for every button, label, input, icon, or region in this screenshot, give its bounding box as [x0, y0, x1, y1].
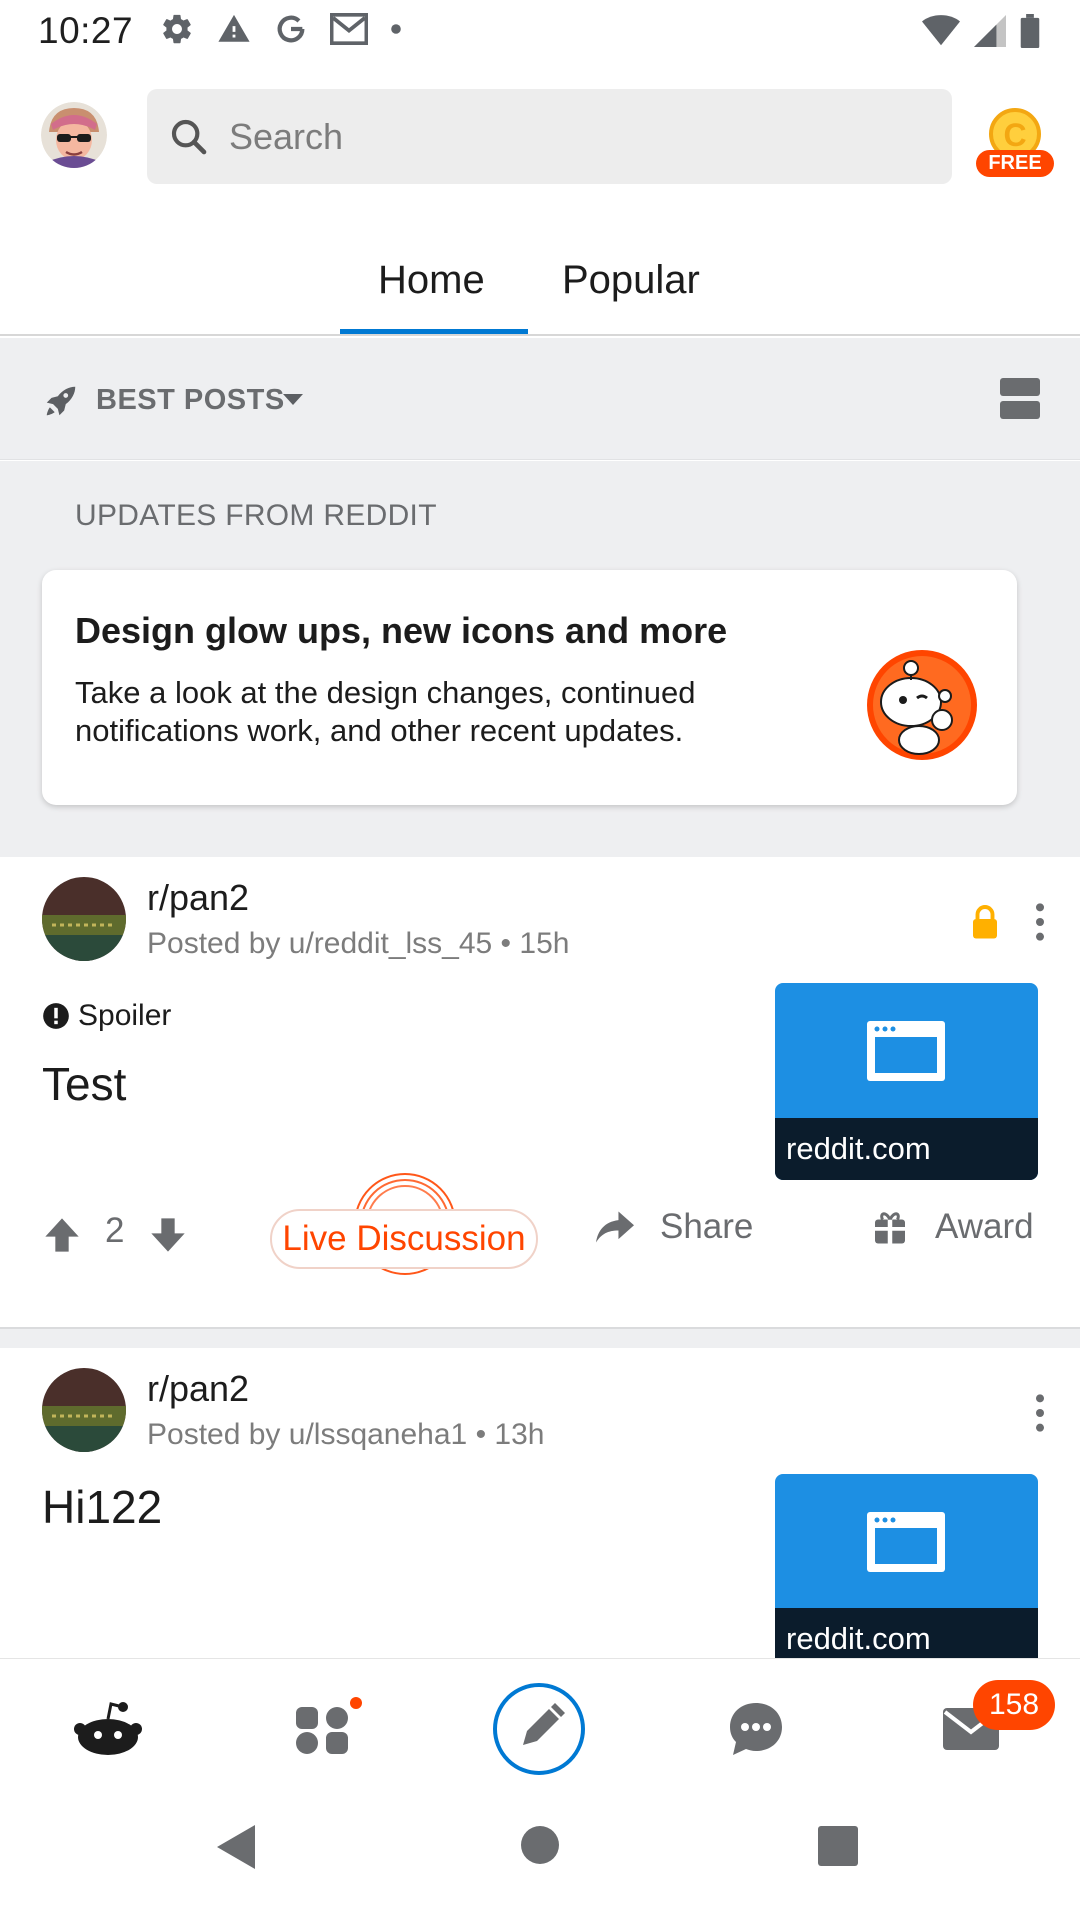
live-discussion-button[interactable]: Live Discussion — [270, 1209, 538, 1269]
vote-count: 2 — [105, 1211, 125, 1250]
battery-icon — [1020, 14, 1040, 48]
award-label: Award — [935, 1207, 1034, 1246]
google-icon — [277, 15, 305, 43]
status-bar: 10:27 — [0, 0, 1080, 63]
thumbnail-domain: reddit.com — [775, 1118, 1038, 1180]
free-badge: FREE — [976, 150, 1054, 177]
post-card[interactable]: r/pan2 Posted by u/lssqaneha1 • 13h Hi12… — [0, 1348, 1080, 1658]
share-button[interactable]: Share — [594, 1207, 753, 1247]
subreddit-avatar[interactable] — [42, 1368, 126, 1452]
more-options-icon[interactable] — [1030, 1393, 1050, 1433]
browser-icon — [867, 1021, 945, 1081]
back-icon[interactable] — [215, 1823, 259, 1871]
inbox-count-badge: 158 — [973, 1680, 1055, 1730]
link-thumbnail[interactable]: reddit.com — [775, 1474, 1038, 1658]
home-button-icon[interactable] — [520, 1825, 560, 1865]
post-title[interactable]: Hi122 — [42, 1480, 162, 1534]
chevron-down-icon[interactable] — [281, 392, 305, 408]
tab-popular[interactable]: Popular — [562, 258, 700, 303]
subreddit-avatar[interactable] — [42, 877, 126, 961]
svg-text:C: C — [1003, 117, 1026, 153]
nav-chat[interactable] — [708, 1681, 804, 1777]
post-subreddit[interactable]: r/pan2 — [147, 1368, 249, 1410]
gmail-icon — [330, 13, 368, 45]
post-meta: Posted by u/lssqaneha1 • 13h — [147, 1418, 545, 1451]
warning-icon — [218, 14, 250, 42]
share-label: Share — [660, 1207, 754, 1246]
post-subreddit[interactable]: r/pan2 — [147, 877, 249, 919]
feed-tabs: Home Popular — [0, 240, 1080, 336]
update-card[interactable]: Design glow ups, new icons and more Take… — [42, 570, 1017, 805]
user-avatar[interactable] — [41, 102, 107, 168]
browser-icon — [867, 1512, 945, 1572]
nav-create-post[interactable] — [491, 1681, 587, 1777]
nav-home[interactable] — [60, 1681, 156, 1777]
chat-icon — [730, 1703, 782, 1755]
lock-icon — [973, 905, 997, 939]
sort-dropdown[interactable]: BEST POSTS — [96, 384, 285, 417]
tab-home[interactable]: Home — [378, 258, 485, 303]
more-options-icon[interactable] — [1030, 902, 1050, 942]
sort-bar: BEST POSTS — [0, 338, 1080, 460]
view-mode-icon[interactable] — [1000, 378, 1040, 420]
live-discussion-wrap: Live Discussion — [270, 1173, 540, 1281]
recents-icon[interactable] — [818, 1826, 858, 1866]
thumbnail-domain: reddit.com — [775, 1608, 1038, 1658]
post-divider — [0, 1327, 1080, 1348]
award-button[interactable]: Award — [873, 1207, 1034, 1247]
communities-icon — [296, 1697, 362, 1754]
spoiler-icon — [43, 1003, 69, 1029]
home-icon — [74, 1702, 142, 1755]
updates-section: UPDATES FROM REDDIT Design glow ups, new… — [0, 461, 1080, 857]
search-input[interactable] — [229, 115, 829, 158]
share-icon — [596, 1211, 634, 1243]
post-actions: 2 Live Discussion Share Award — [0, 1173, 1080, 1275]
spoiler-flair: Spoiler — [42, 999, 171, 1033]
updates-title: UPDATES FROM REDDIT — [75, 499, 437, 532]
gift-icon — [875, 1212, 905, 1244]
status-time: 10:27 — [38, 10, 134, 51]
wifi-icon — [922, 15, 960, 46]
signal-icon — [974, 15, 1006, 47]
update-card-body: Take a look at the design changes, conti… — [75, 675, 696, 748]
create-post-icon — [493, 1683, 585, 1775]
system-nav-bar — [0, 1793, 1080, 1920]
search-icon — [171, 119, 207, 154]
post-title[interactable]: Test — [42, 1057, 126, 1111]
dot-icon — [391, 24, 401, 34]
upvote-icon[interactable] — [42, 1215, 82, 1255]
rocket-icon — [46, 386, 76, 416]
update-card-title: Design glow ups, new icons and more — [75, 610, 728, 651]
bottom-nav — [0, 1658, 1080, 1793]
post-meta: Posted by u/reddit_lss_45 • 15h — [147, 927, 570, 960]
snoo-icon — [867, 650, 977, 760]
link-thumbnail[interactable]: reddit.com — [775, 983, 1038, 1180]
downvote-icon[interactable] — [148, 1215, 188, 1255]
gear-icon — [163, 14, 191, 44]
nav-communities[interactable] — [276, 1681, 372, 1777]
post-card[interactable]: r/pan2 Posted by u/reddit_lss_45 • 15h S… — [0, 857, 1080, 1327]
active-tab-indicator — [340, 329, 528, 334]
spoiler-label: Spoiler — [78, 999, 172, 1032]
search-bar[interactable] — [147, 89, 952, 184]
